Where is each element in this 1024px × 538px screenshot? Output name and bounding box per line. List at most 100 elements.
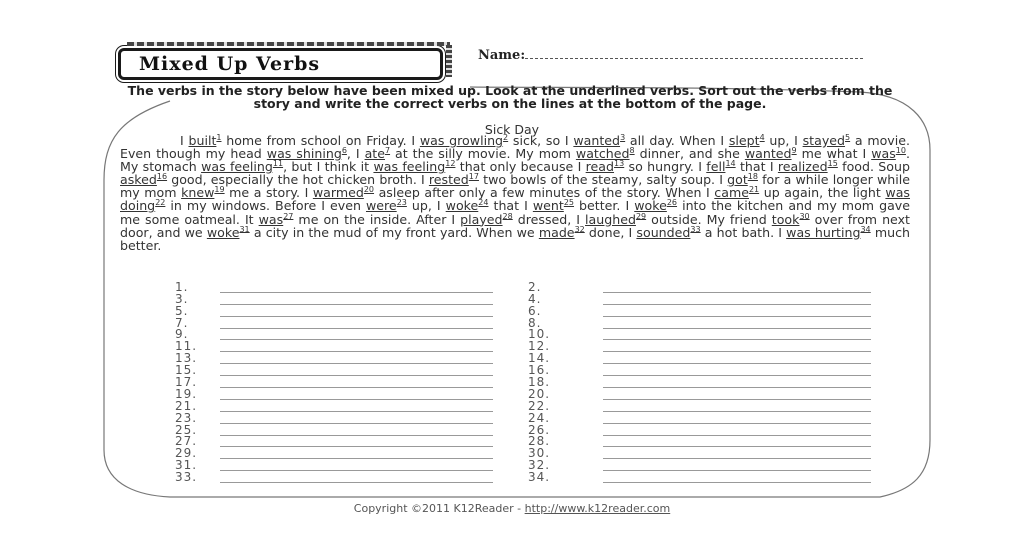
answer-blank-line[interactable] — [603, 315, 871, 317]
answer-blank-line[interactable] — [220, 470, 493, 472]
copyright-footer: Copyright ©2011 K12Reader - http://www.k… — [0, 502, 1024, 515]
verb-number: 26 — [666, 198, 678, 208]
verb-number: 20 — [363, 185, 375, 195]
verb-number: 34 — [860, 224, 871, 234]
answer-row: 11. — [175, 340, 493, 353]
answer-blank-line[interactable] — [220, 351, 493, 353]
answer-row: 9. — [175, 328, 493, 341]
answer-row: 33. — [175, 470, 493, 485]
story-paragraph: I built1 home from school on Friday. I w… — [120, 133, 910, 252]
answer-row: 3. — [175, 293, 493, 305]
answer-blank-line[interactable] — [603, 363, 871, 365]
worksheet-title-box: Mixed Up Verbs — [118, 42, 452, 80]
verb-number: 25 — [563, 198, 575, 208]
answer-row: 10. — [528, 328, 871, 341]
answer-blank-line[interactable] — [220, 363, 493, 365]
answer-row: 18. — [528, 376, 871, 389]
answer-blank-line[interactable] — [603, 387, 871, 389]
verb-number: 33 — [690, 224, 701, 234]
verb-number: 30 — [799, 211, 810, 221]
verb-number: 16 — [156, 172, 168, 182]
answer-row: 13. — [175, 352, 493, 365]
answer-blank-line[interactable] — [603, 375, 871, 377]
answer-blank-line[interactable] — [220, 410, 493, 412]
answer-row: 25. — [175, 424, 493, 436]
answer-blank-line[interactable] — [220, 339, 493, 341]
story-text: a city in the mud of my front yard. When… — [249, 224, 539, 240]
answer-blank-line[interactable] — [220, 375, 493, 377]
answer-blank-line[interactable] — [603, 398, 871, 400]
answer-column-even: 2. 4. 6. 8. 10. 12. 14. 16. 18. 20. 22. 24. 26. 28. 30… — [528, 281, 871, 485]
answer-row: 20. — [528, 388, 871, 400]
answer-row: 16. — [528, 364, 871, 377]
instructions: The verbs in the story below have been m… — [127, 83, 893, 111]
answer-blank-line[interactable] — [603, 446, 871, 448]
answer-blank-line[interactable] — [603, 458, 871, 460]
answer-blank-line[interactable] — [603, 291, 871, 293]
answer-blank-line[interactable] — [220, 434, 493, 436]
answer-row: 31. — [175, 459, 493, 472]
story-text: done, I — [584, 224, 637, 240]
answer-blank-line[interactable] — [220, 482, 493, 484]
answer-blank-line[interactable] — [603, 410, 871, 412]
answer-row: 26. — [528, 424, 871, 436]
answer-number: 34. — [528, 470, 551, 485]
answer-number: 5. — [175, 303, 189, 318]
name-field[interactable]: Name: — [478, 46, 864, 63]
name-label: Name: — [478, 48, 526, 63]
answer-number: 21. — [175, 398, 198, 413]
answer-blank-line[interactable] — [220, 327, 493, 329]
answer-blank-line[interactable] — [220, 315, 493, 317]
answer-blank-line[interactable] — [220, 291, 493, 293]
answer-blank-line[interactable] — [220, 458, 493, 460]
answer-blank-line[interactable] — [220, 387, 493, 389]
verb-number: 10 — [895, 145, 906, 155]
underlined-verb: woke — [206, 224, 240, 240]
answer-number: 22. — [528, 398, 551, 413]
answer-row: 17. — [175, 376, 493, 389]
answer-row: 24. — [528, 412, 871, 424]
underlined-verb: made — [538, 224, 575, 240]
worksheet-title: Mixed Up Verbs — [139, 53, 321, 75]
verb-number: 23 — [396, 198, 407, 208]
k12reader-link[interactable]: http://www.k12reader.com — [525, 502, 671, 515]
verb-number: 27 — [283, 211, 294, 221]
answer-blank-line[interactable] — [220, 422, 493, 424]
verb-number: 31 — [239, 224, 250, 234]
answer-blank-line[interactable] — [220, 446, 493, 448]
answer-blank-line[interactable] — [603, 339, 871, 341]
verb-number: 29 — [635, 211, 647, 221]
answer-row: 28. — [528, 435, 871, 448]
answer-blank-line[interactable] — [603, 470, 871, 472]
answer-row: 4. — [528, 293, 871, 305]
answer-blank-line[interactable] — [603, 434, 871, 436]
answer-row: 19. — [175, 388, 493, 400]
answer-blank-line[interactable] — [603, 327, 871, 329]
answer-blank-line[interactable] — [603, 422, 871, 424]
answer-row: 12. — [528, 340, 871, 353]
verb-number: 17 — [468, 172, 479, 182]
answer-row: 6. — [528, 305, 871, 317]
answer-blank-line[interactable] — [603, 303, 871, 305]
name-blank-line[interactable] — [525, 46, 864, 59]
answer-blank-line[interactable] — [603, 351, 871, 353]
answer-number: 24. — [528, 410, 551, 425]
verb-number: 12 — [445, 159, 456, 168]
verb-number: 32 — [574, 224, 585, 234]
answer-number: 33. — [175, 470, 198, 485]
answer-row: 21. — [175, 400, 493, 412]
answer-row: 27. — [175, 435, 493, 448]
verb-number: 11 — [272, 159, 284, 168]
answer-blank-line[interactable] — [220, 398, 493, 400]
answer-blank-line[interactable] — [220, 303, 493, 305]
answer-row: 5. — [175, 305, 493, 317]
answer-number: 23. — [175, 410, 198, 425]
answer-row: 29. — [175, 447, 493, 460]
story-text: a hot bath. I — [700, 224, 787, 240]
answer-blank-line[interactable] — [603, 482, 871, 484]
copyright-text: Copyright ©2011 K12Reader - — [353, 502, 525, 515]
answer-row: 8. — [528, 317, 871, 329]
answer-row: 34. — [528, 470, 871, 485]
verb-number: 14 — [725, 159, 736, 168]
answer-row: 30. — [528, 447, 871, 460]
